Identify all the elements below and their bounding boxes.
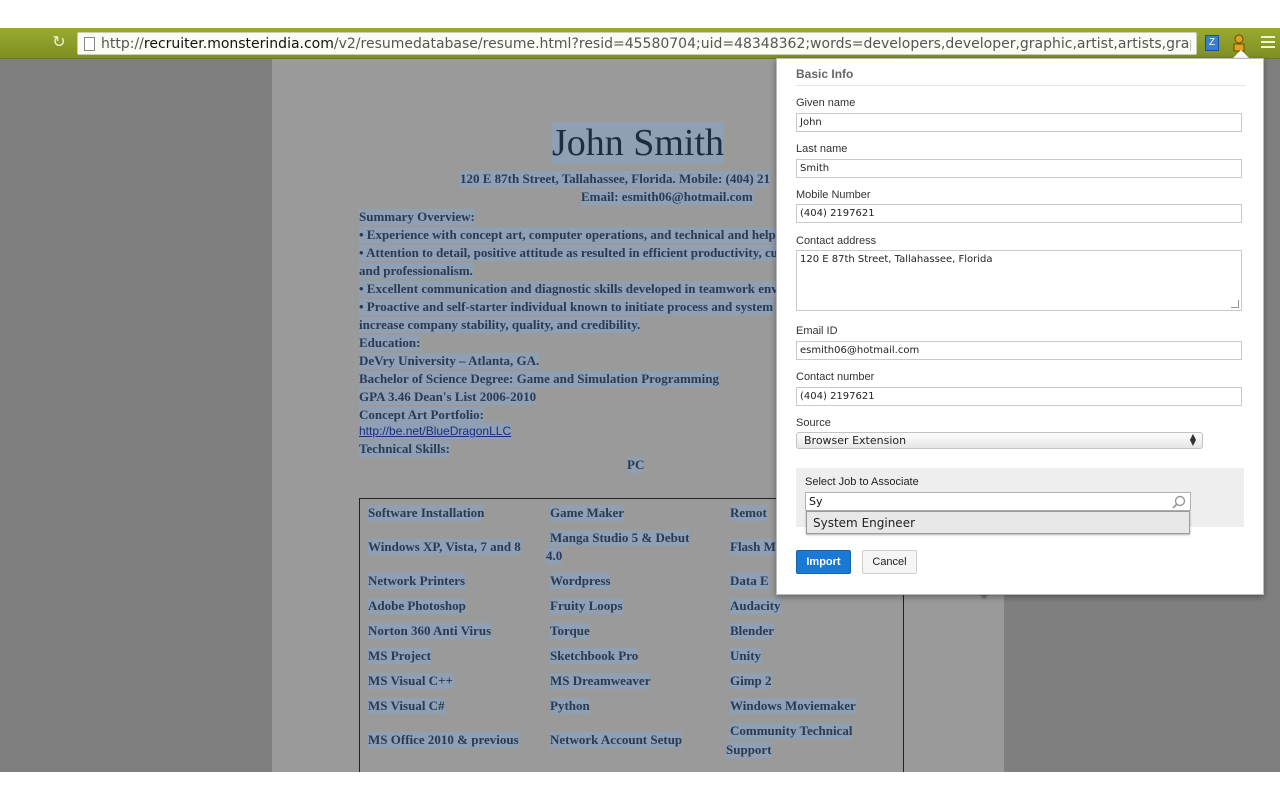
skill-item: Wordpress [550, 573, 611, 589]
skill-item: Norton 360 Anti Virus [368, 623, 492, 639]
popup-title: Basic Info [796, 67, 854, 81]
skill-item: Python [550, 698, 590, 714]
skill-item: Network Printers [368, 573, 466, 589]
screen: ↻ http://recruiter.monsterindia.com/v2/r… [0, 0, 1280, 800]
skill-item: Audacity [730, 598, 781, 614]
given-name-field[interactable]: John [796, 113, 1242, 132]
skill-item: Gimp 2 [730, 673, 772, 689]
reload-icon[interactable]: ↻ [50, 33, 68, 51]
import-button[interactable]: Import [796, 550, 851, 574]
resume-email: Email: esmith06@hotmail.com [581, 189, 753, 205]
summary-bullet: • Attention to detail, positive attitude… [359, 245, 778, 261]
portfolio-link[interactable]: http://be.net/BlueDragonLLC [359, 424, 511, 438]
email-label: Email ID [796, 325, 838, 337]
skill-item: MS Office 2010 & previous [368, 732, 519, 748]
summary-bullet: • Experience with concept art, computer … [359, 227, 780, 243]
skill-item: Network Account Setup [550, 732, 683, 748]
skill-item: Blender [730, 623, 775, 639]
skill-item: Windows XP, Vista, 7 and 8 [368, 539, 521, 555]
summary-bullet: • Excellent communication and diagnostic… [359, 281, 778, 297]
address-label: Contact address [796, 235, 877, 247]
summary-bullet-cont: increase company stability, quality, and… [359, 317, 641, 333]
last-name-label: Last name [796, 143, 848, 155]
skill-item: MS Visual C++ [368, 673, 453, 689]
extension-icon[interactable]: Z [1205, 35, 1219, 51]
skill-item: MS Project [368, 648, 431, 664]
skill-item: Remot [730, 505, 767, 521]
job-search-input[interactable]: Sy [805, 492, 1191, 511]
mobile-field[interactable]: (404) 2197621 [796, 204, 1242, 223]
skill-item: MS Dreamweaver [550, 673, 651, 689]
job-label: Select Job to Associate [805, 476, 919, 488]
url-text[interactable]: http://recruiter.monsterindia.com/v2/res… [101, 36, 1191, 52]
contact-number-field[interactable]: (404) 2197621 [796, 387, 1242, 406]
given-name-label: Given name [796, 97, 856, 109]
skill-item: Adobe Photoshop [368, 598, 466, 614]
skill-item-cont: 4.0 [546, 548, 563, 564]
resume-address: 120 E 87th Street, Tallahassee, Florida.… [460, 171, 770, 187]
menu-icon[interactable] [1261, 36, 1275, 50]
skill-item: Software Installation [368, 505, 485, 521]
skill-item: Game Maker [550, 505, 625, 521]
email-field[interactable]: esmith06@hotmail.com [796, 341, 1242, 360]
skill-item: Flash M [730, 539, 776, 555]
url-path: /v2/resumedatabase/resume.html?resid=455… [333, 36, 1191, 52]
skill-item: Data E [730, 573, 769, 589]
basic-info-popup: Basic Info Given name John Last name Smi… [776, 58, 1264, 595]
skill-item: Sketchbook Pro [550, 648, 639, 664]
last-name-field[interactable]: Smith [796, 159, 1242, 178]
address-bar[interactable]: http://recruiter.monsterindia.com/v2/res… [77, 32, 1197, 55]
skill-item: Manga Studio 5 & Debut [550, 530, 690, 546]
source-label: Source [796, 417, 831, 429]
summary-heading: Summary Overview: [359, 209, 475, 225]
page-icon [84, 37, 95, 51]
skill-item: Unity [730, 648, 762, 664]
contact-number-label: Contact number [796, 371, 875, 383]
bottom-strip [0, 772, 1280, 800]
skill-item: Community Technical [730, 723, 853, 739]
source-value: Browser Extension [804, 434, 907, 447]
skill-item: MS Visual C# [368, 698, 445, 714]
skill-item: Fruity Loops [550, 598, 623, 614]
mobile-label: Mobile Number [796, 189, 871, 201]
skill-item: Windows Moviemaker [730, 698, 856, 714]
search-icon[interactable] [1172, 495, 1186, 509]
cancel-button[interactable]: Cancel [862, 550, 917, 574]
skill-item: Torque [550, 623, 590, 639]
skill-item-cont: Support [726, 742, 772, 758]
education-university: DeVry University – Atlanta, GA. [359, 353, 540, 369]
address-value: 120 E 87th Street, Tallahassee, Florida [800, 254, 993, 265]
education-gpa: GPA 3.46 Dean's List 2006-2010 [359, 389, 537, 405]
job-search-value: Sy [809, 495, 823, 508]
resize-handle[interactable] [1231, 300, 1239, 308]
source-select[interactable]: Browser Extension ▲ ▼ [796, 432, 1203, 449]
url-prefix: http:// [101, 36, 144, 52]
address-textarea[interactable]: 120 E 87th Street, Tallahassee, Florida [796, 250, 1242, 311]
select-arrows-icon: ▲ ▼ [1189, 432, 1196, 447]
extension-badge: Z [1208, 37, 1216, 48]
education-degree: Bachelor of Science Degree: Game and Sim… [359, 371, 719, 387]
summary-bullet: • Proactive and self-starter individual … [359, 299, 774, 315]
pc-label: PC [627, 457, 645, 473]
divider [796, 85, 1246, 86]
url-host: recruiter.monsterindia.com [143, 36, 334, 52]
education-heading: Education: [359, 335, 421, 351]
portfolio-heading: Concept Art Portfolio: [359, 407, 484, 423]
job-suggestion-item[interactable]: System Engineer [806, 511, 1190, 534]
skills-heading: Technical Skills: [359, 441, 450, 457]
summary-bullet-cont: and professionalism. [359, 263, 473, 279]
